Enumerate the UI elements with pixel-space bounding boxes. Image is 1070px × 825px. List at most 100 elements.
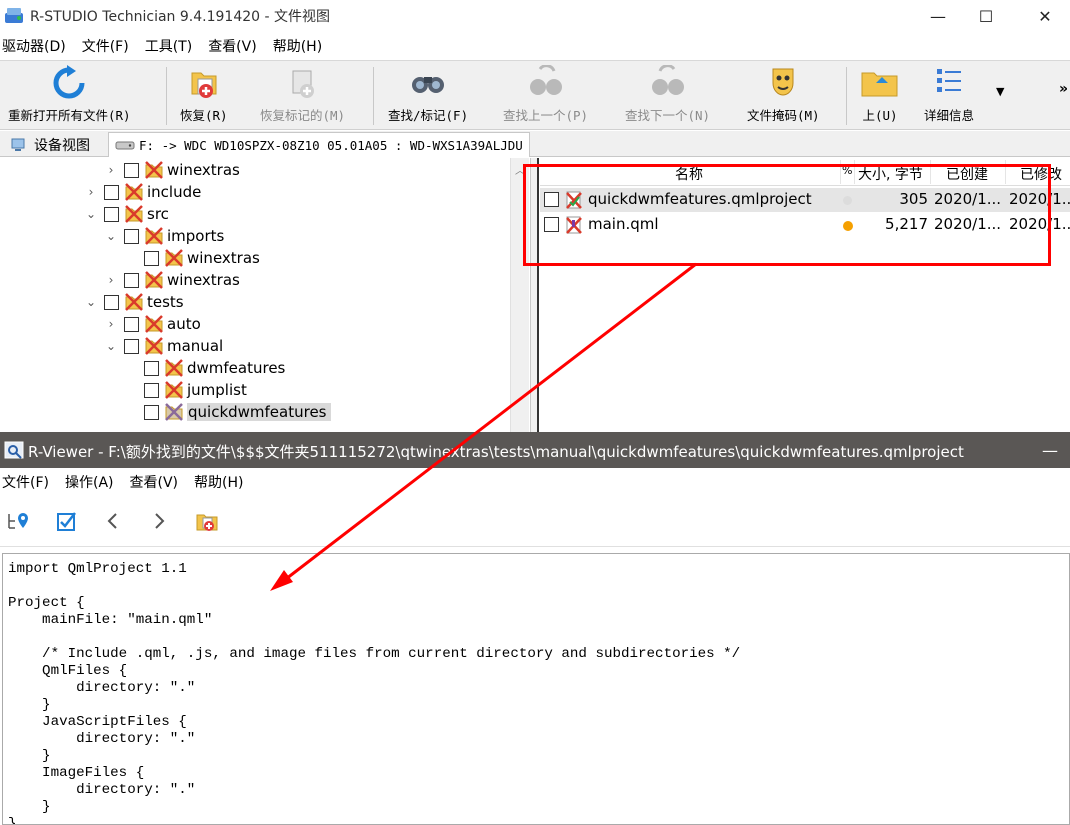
refresh-icon — [53, 65, 85, 99]
tree-checkbox[interactable] — [124, 162, 139, 178]
mask-icon — [772, 68, 794, 96]
deleted-folder-icon — [145, 315, 163, 333]
tree-item[interactable]: winextras — [124, 247, 260, 269]
viewer-menu-view[interactable]: 查看(V) — [128, 472, 183, 492]
folder-tree[interactable]: › winextras › include ⌄ src ⌄ imports winextras ›… — [0, 158, 510, 432]
main-toolbar: 重新打开所有文件(R) 恢复(R) 恢复标记的(M) 查找/标记(F) 查找上一… — [0, 60, 1070, 130]
recover-folder-icon — [196, 514, 218, 531]
app-title-bar: R-STUDIO Technician 9.4.191420 - 文件视图 — … — [0, 0, 1070, 32]
locate-button[interactable] — [6, 508, 32, 534]
r-studio-app-icon — [5, 8, 23, 23]
tree-checkbox[interactable] — [124, 338, 139, 354]
location-pin-icon — [8, 513, 28, 529]
reopen-all-files-button[interactable]: 重新打开所有文件(R) — [8, 65, 131, 129]
no-expander — [124, 401, 138, 423]
tree-item[interactable]: ⌄ imports — [104, 225, 224, 247]
tree-item[interactable]: ⌄ manual — [104, 335, 223, 357]
recover-folder-icon — [191, 72, 217, 98]
deleted-folder-icon — [125, 293, 143, 311]
menu-tools[interactable]: 工具(T) — [143, 36, 196, 56]
chevron-right-icon[interactable]: › — [84, 181, 98, 203]
chevron-right-icon[interactable]: › — [104, 159, 118, 181]
details-button[interactable]: 详细信息 — [924, 65, 974, 129]
tab-drive-label: F: -> WDC WD10SPZX-08Z10 05.01A05 : WD-W… — [139, 137, 523, 153]
viewer-menu-file[interactable]: 文件(F) — [0, 472, 53, 492]
menu-file[interactable]: 文件(F) — [80, 36, 133, 56]
file-content: import QmlProject 1.1 Project { mainFile… — [8, 561, 741, 825]
viewer-minimize-button[interactable]: — — [1040, 440, 1060, 460]
viewer-menu-help[interactable]: 帮助(H) — [192, 472, 247, 492]
file-mask-button[interactable]: 文件掩码(M) — [747, 65, 820, 129]
tree-item[interactable]: jumplist — [124, 379, 247, 401]
tree-item[interactable]: › include — [84, 181, 202, 203]
deleted-folder-icon — [125, 205, 143, 223]
deleted-folder-icon — [145, 161, 163, 179]
find-previous-button[interactable]: 查找上一个(P) — [503, 65, 588, 129]
toolbar-separator — [166, 67, 167, 125]
tree-checkbox[interactable] — [124, 272, 139, 288]
details-label: 详细信息 — [924, 108, 975, 123]
tab-drive-files[interactable]: F: -> WDC WD10SPZX-08Z10 05.01A05 : WD-W… — [108, 132, 530, 157]
viewer-app-icon — [4, 441, 24, 459]
chevron-right-icon[interactable]: › — [104, 313, 118, 335]
chevron-down-icon[interactable]: ⌄ — [84, 203, 98, 225]
viewer-text-area[interactable]: import QmlProject 1.1 Project { mainFile… — [2, 553, 1070, 825]
deleted-folder-icon — [125, 183, 143, 201]
minimize-button[interactable]: — — [915, 0, 961, 32]
find-next-button[interactable]: 查找下一个(N) — [625, 65, 710, 129]
mark-button[interactable] — [54, 508, 80, 534]
tree-checkbox[interactable] — [104, 294, 119, 310]
deleted-folder-icon — [165, 249, 183, 267]
tab-device-view[interactable]: 设备视图 — [4, 132, 96, 157]
details-dropdown-arrow-icon[interactable]: ▼ — [996, 85, 1004, 98]
chevron-down-icon[interactable]: ⌄ — [84, 291, 98, 313]
toolbar-overflow-button[interactable]: » — [1059, 81, 1068, 97]
binoculars-icon — [412, 77, 445, 93]
tree-checkbox[interactable] — [124, 316, 139, 332]
tree-item-label: tests — [147, 293, 184, 311]
viewer-recover-button[interactable] — [194, 508, 220, 534]
no-expander — [124, 379, 138, 401]
chevron-right-icon[interactable]: › — [104, 269, 118, 291]
tree-item[interactable]: ⌄ tests — [84, 291, 184, 313]
tree-checkbox[interactable] — [144, 404, 159, 420]
menu-help[interactable]: 帮助(H) — [271, 36, 326, 56]
tree-item[interactable]: quickdwmfeatures — [124, 401, 331, 423]
viewer-toolbar — [0, 498, 1070, 547]
tree-checkbox[interactable] — [124, 228, 139, 244]
close-button[interactable]: ✕ — [1022, 0, 1068, 32]
back-button[interactable] — [100, 508, 126, 534]
tree-item-label: imports — [167, 227, 225, 245]
tree-item[interactable]: › auto — [104, 313, 201, 335]
up-button[interactable]: 上(U) — [860, 65, 900, 129]
tree-checkbox[interactable] — [144, 360, 159, 376]
tree-item[interactable]: › winextras — [104, 269, 240, 291]
chevron-down-icon[interactable]: ⌄ — [104, 335, 118, 357]
tree-checkbox[interactable] — [144, 382, 159, 398]
menu-drive[interactable]: 驱动器(D) — [0, 36, 70, 56]
find-mark-button[interactable]: 查找/标记(F) — [388, 65, 468, 129]
window-title: R-STUDIO Technician 9.4.191420 - 文件视图 — [30, 9, 330, 25]
menu-view[interactable]: 查看(V) — [206, 36, 261, 56]
no-expander — [124, 357, 138, 379]
tree-item-label: quickdwmfeatures — [187, 403, 331, 421]
recover-marked-button[interactable]: 恢复标记的(M) — [260, 65, 345, 129]
chevron-down-icon[interactable]: ⌄ — [104, 225, 118, 247]
recover-label: 恢复(R) — [180, 108, 228, 123]
tree-checkbox[interactable] — [104, 184, 119, 200]
checkbox-checked-icon — [57, 512, 76, 531]
recover-button[interactable]: 恢复(R) — [180, 65, 228, 129]
tree-item[interactable]: › winextras — [104, 159, 240, 181]
reopen-label: 重新打开所有文件(R) — [8, 108, 131, 123]
forward-button[interactable] — [146, 508, 172, 534]
tree-item-label: auto — [167, 315, 201, 333]
tree-checkbox[interactable] — [104, 206, 119, 222]
tree-item[interactable]: dwmfeatures — [124, 357, 285, 379]
maximize-button[interactable]: ☐ — [963, 0, 1009, 32]
deleted-folder-icon — [165, 403, 183, 421]
viewer-menu-action[interactable]: 操作(A) — [63, 472, 118, 492]
tree-item[interactable]: ⌄ src — [84, 203, 169, 225]
deleted-folder-icon — [165, 381, 183, 399]
tree-checkbox[interactable] — [144, 250, 159, 266]
viewer-title-bar: R-Viewer - F:\额外找到的文件\$$$文件夹511115272\qt… — [0, 432, 1070, 468]
